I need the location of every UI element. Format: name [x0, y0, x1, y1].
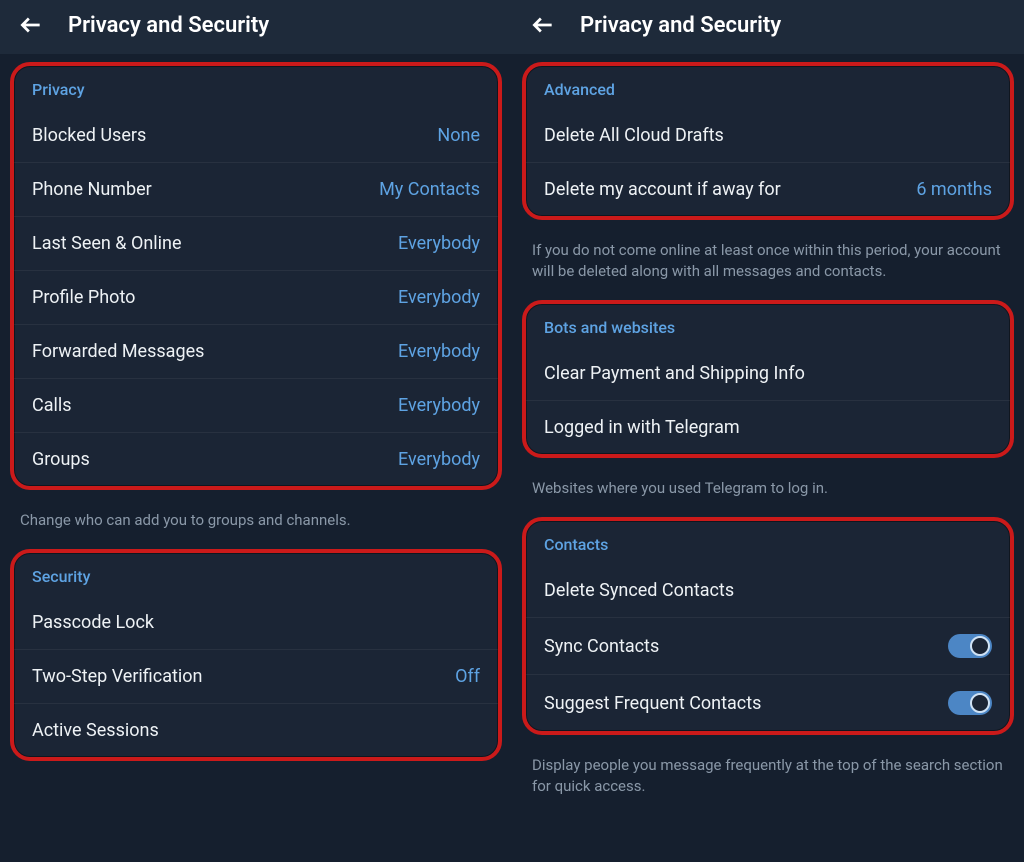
row-label: Passcode Lock [32, 612, 154, 633]
row-forwarded-messages[interactable]: Forwarded Messages Everybody [14, 324, 498, 378]
row-label: Logged in with Telegram [544, 417, 740, 438]
right-screen: Privacy and Security Advanced Delete All… [512, 0, 1024, 862]
row-logged-in-telegram[interactable]: Logged in with Telegram [526, 400, 1010, 454]
bots-footer-note: Websites where you used Telegram to log … [512, 466, 1024, 509]
section-security: Security Passcode Lock Two-Step Verifica… [10, 549, 502, 761]
section-contacts: Contacts Delete Synced Contacts Sync Con… [522, 517, 1014, 735]
row-label: Phone Number [32, 179, 152, 200]
row-label: Delete Synced Contacts [544, 580, 734, 601]
section-privacy: Privacy Blocked Users None Phone Number … [10, 62, 502, 490]
row-label: Two-Step Verification [32, 666, 202, 687]
row-label: Clear Payment and Shipping Info [544, 363, 805, 384]
row-label: Delete All Cloud Drafts [544, 125, 724, 146]
row-delete-synced-contacts[interactable]: Delete Synced Contacts [526, 564, 1010, 617]
row-value: Everybody [398, 341, 480, 362]
row-suggest-frequent-contacts[interactable]: Suggest Frequent Contacts [526, 674, 1010, 731]
row-blocked-users[interactable]: Blocked Users None [14, 109, 498, 162]
content-left: Privacy Blocked Users None Phone Number … [0, 54, 512, 862]
row-label: Last Seen & Online [32, 233, 182, 254]
row-profile-photo[interactable]: Profile Photo Everybody [14, 270, 498, 324]
row-calls[interactable]: Calls Everybody [14, 378, 498, 432]
header: Privacy and Security [512, 0, 1024, 54]
header: Privacy and Security [0, 0, 512, 54]
row-label: Active Sessions [32, 720, 159, 741]
row-label: Groups [32, 449, 90, 470]
privacy-footer-note: Change who can add you to groups and cha… [0, 498, 512, 541]
toggle-sync-contacts[interactable] [948, 634, 992, 658]
row-value: Off [455, 666, 480, 687]
row-label: Delete my account if away for [544, 179, 781, 200]
row-passcode-lock[interactable]: Passcode Lock [14, 596, 498, 649]
row-delete-cloud-drafts[interactable]: Delete All Cloud Drafts [526, 109, 1010, 162]
section-header-security: Security [14, 553, 498, 596]
row-value: Everybody [398, 287, 480, 308]
section-bots-websites: Bots and websites Clear Payment and Ship… [522, 300, 1014, 458]
row-clear-payment-info[interactable]: Clear Payment and Shipping Info [526, 347, 1010, 400]
section-header-bots: Bots and websites [526, 304, 1010, 347]
page-title: Privacy and Security [68, 13, 269, 38]
content-right: Advanced Delete All Cloud Drafts Delete … [512, 54, 1024, 862]
left-screen: Privacy and Security Privacy Blocked Use… [0, 0, 512, 862]
row-groups[interactable]: Groups Everybody [14, 432, 498, 486]
row-sync-contacts[interactable]: Sync Contacts [526, 617, 1010, 674]
section-header-advanced: Advanced [526, 66, 1010, 109]
toggle-suggest-frequent[interactable] [948, 691, 992, 715]
section-advanced: Advanced Delete All Cloud Drafts Delete … [522, 62, 1014, 220]
row-label: Forwarded Messages [32, 341, 204, 362]
row-value: Everybody [398, 449, 480, 470]
row-value: My Contacts [379, 179, 480, 200]
back-arrow-icon[interactable] [18, 12, 44, 38]
advanced-footer-note: If you do not come online at least once … [512, 228, 1024, 292]
row-value: 6 months [916, 179, 992, 200]
back-arrow-icon[interactable] [530, 12, 556, 38]
row-label: Blocked Users [32, 125, 146, 146]
row-label: Profile Photo [32, 287, 135, 308]
row-label: Sync Contacts [544, 636, 659, 657]
row-two-step-verification[interactable]: Two-Step Verification Off [14, 649, 498, 703]
row-last-seen[interactable]: Last Seen & Online Everybody [14, 216, 498, 270]
row-label: Calls [32, 395, 72, 416]
row-active-sessions[interactable]: Active Sessions [14, 703, 498, 757]
row-delete-account-if-away[interactable]: Delete my account if away for 6 months [526, 162, 1010, 216]
section-header-contacts: Contacts [526, 521, 1010, 564]
row-value: None [437, 125, 480, 146]
page-title: Privacy and Security [580, 13, 781, 38]
contacts-footer-note: Display people you message frequently at… [512, 743, 1024, 807]
row-value: Everybody [398, 233, 480, 254]
section-header-privacy: Privacy [14, 66, 498, 109]
row-label: Suggest Frequent Contacts [544, 693, 761, 714]
row-value: Everybody [398, 395, 480, 416]
row-phone-number[interactable]: Phone Number My Contacts [14, 162, 498, 216]
